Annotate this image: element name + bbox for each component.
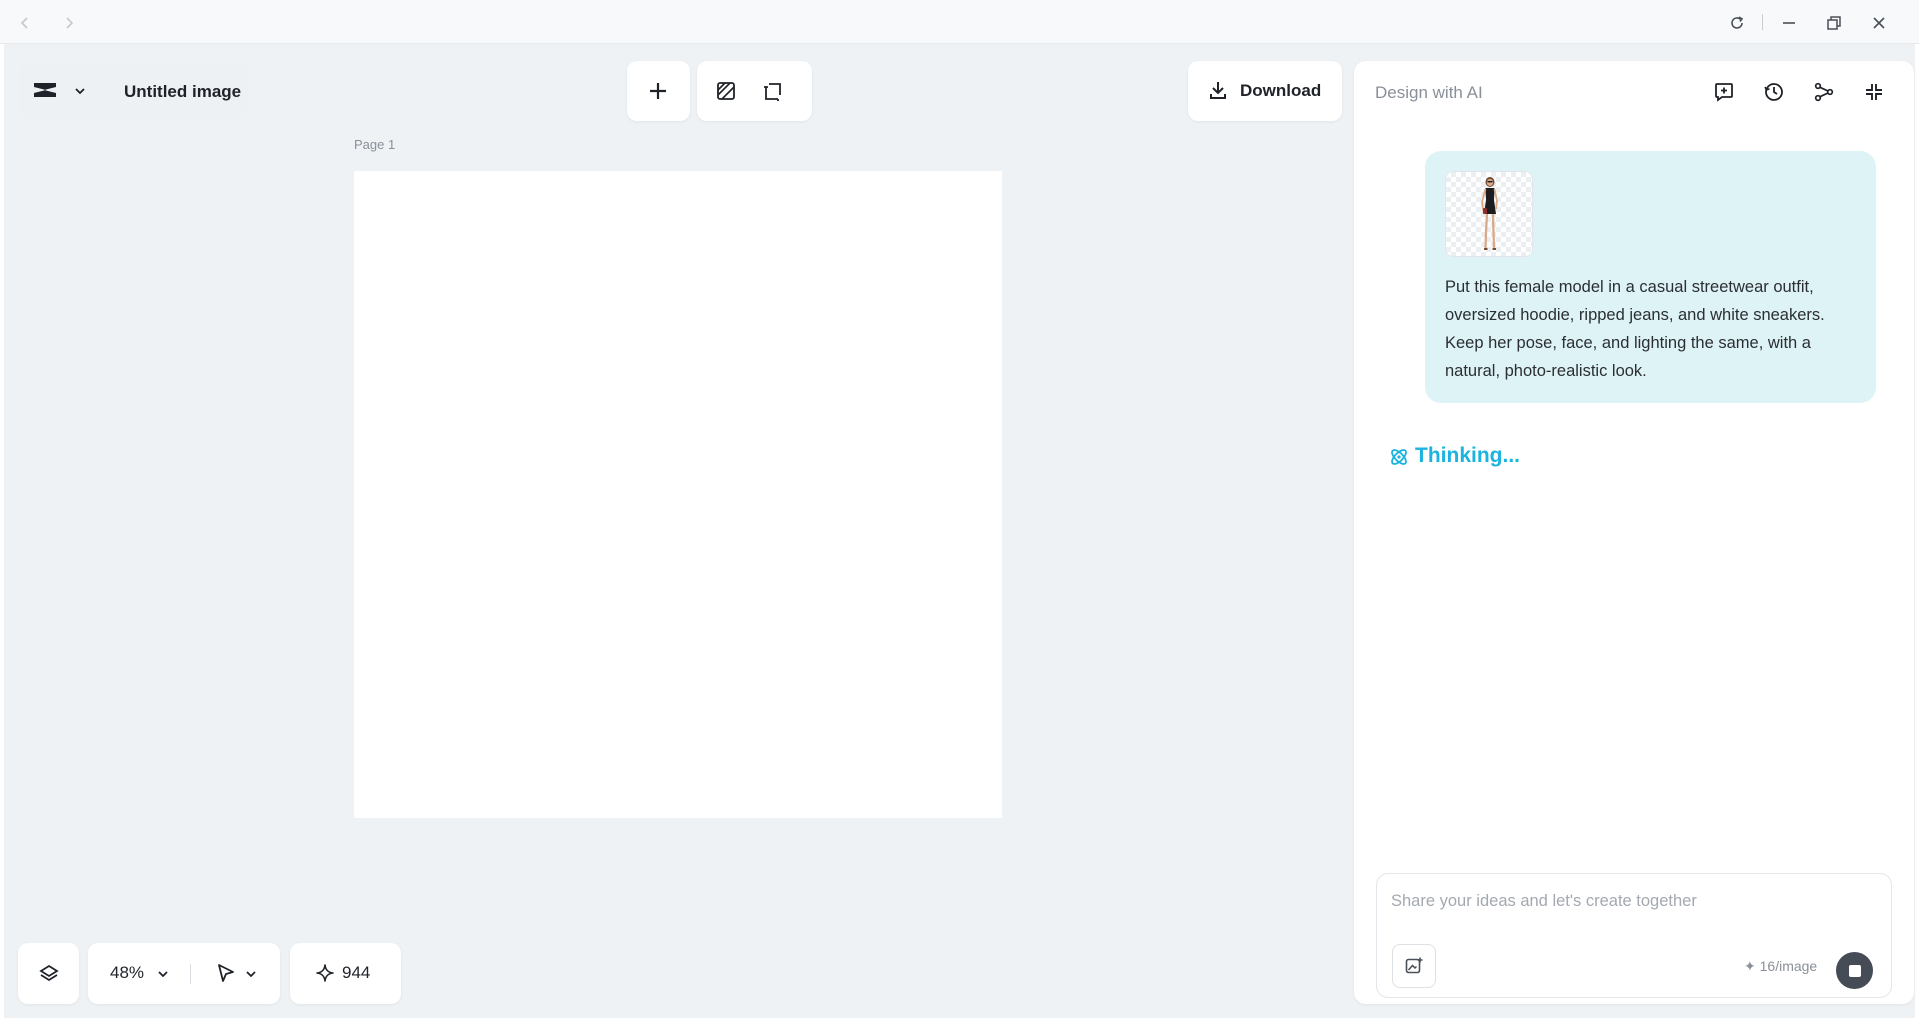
sparkle-icon: [316, 964, 334, 982]
layers-button[interactable]: [18, 943, 79, 1004]
editor-workspace: Untitled image Download Page 1 48% 944 D…: [4, 44, 1915, 1018]
design-with-ai-panel: Design with AI Put this female model in …: [1354, 61, 1914, 1004]
forward-icon[interactable]: [58, 12, 80, 34]
background-icon[interactable]: [714, 79, 738, 103]
prompt-input[interactable]: [1391, 886, 1871, 916]
new-chat-icon[interactable]: [1710, 78, 1738, 106]
titlebar-divider: [1762, 14, 1763, 30]
history-icon[interactable]: [1760, 78, 1788, 106]
stop-icon: [1848, 964, 1861, 977]
upload-image-button[interactable]: [1392, 944, 1436, 988]
user-prompt-text: Put this female model in a casual street…: [1445, 278, 1825, 380]
chevron-down-icon[interactable]: [157, 968, 169, 980]
stop-generation-button[interactable]: [1836, 952, 1873, 989]
chevron-down-icon[interactable]: [73, 84, 87, 98]
credits-count: 944: [342, 963, 371, 982]
zoom-level[interactable]: 48%: [110, 963, 144, 983]
thinking-status: Thinking...: [1415, 444, 1520, 467]
credits-button[interactable]: 944: [290, 943, 401, 1004]
share-icon[interactable]: [1810, 78, 1838, 106]
back-icon[interactable]: [14, 12, 36, 34]
restore-icon[interactable]: [1823, 12, 1845, 34]
cost-per-image-value: 16/image: [1759, 958, 1818, 974]
collapse-icon[interactable]: [1860, 78, 1888, 106]
capcut-logo-icon: [31, 80, 59, 100]
plus-icon: [647, 80, 669, 102]
canvas-tools: [697, 61, 812, 121]
download-icon: [1208, 80, 1228, 100]
close-icon[interactable]: [1868, 12, 1890, 34]
page-label: Page 1: [354, 137, 396, 152]
reload-icon[interactable]: [1726, 12, 1748, 34]
add-element-button[interactable]: [627, 61, 690, 121]
panel-title: Design with AI: [1375, 83, 1483, 102]
toolbar-divider: [190, 964, 191, 984]
resize-icon[interactable]: [761, 79, 785, 103]
layers-icon: [37, 962, 61, 986]
image-upload-icon: [1404, 956, 1424, 976]
reference-image-thumbnail[interactable]: [1445, 171, 1533, 257]
cost-per-image: ✦ 16/image: [1744, 958, 1818, 974]
minimize-icon[interactable]: [1778, 12, 1800, 34]
atom-icon: [1388, 446, 1410, 468]
pointer-icon[interactable]: [215, 962, 237, 984]
document-title[interactable]: Untitled image: [124, 82, 241, 102]
download-button[interactable]: Download: [1188, 61, 1342, 121]
window-titlebar: [0, 0, 1919, 44]
download-label: Download: [1240, 81, 1322, 100]
zoom-and-pointer-controls: 48%: [88, 943, 280, 1004]
document-menu[interactable]: Untitled image: [19, 63, 248, 119]
chevron-down-icon[interactable]: [245, 968, 257, 980]
canvas-page[interactable]: [354, 171, 1002, 818]
prompt-composer: ✦ 16/image: [1376, 873, 1892, 998]
user-message: Put this female model in a casual street…: [1425, 151, 1876, 403]
